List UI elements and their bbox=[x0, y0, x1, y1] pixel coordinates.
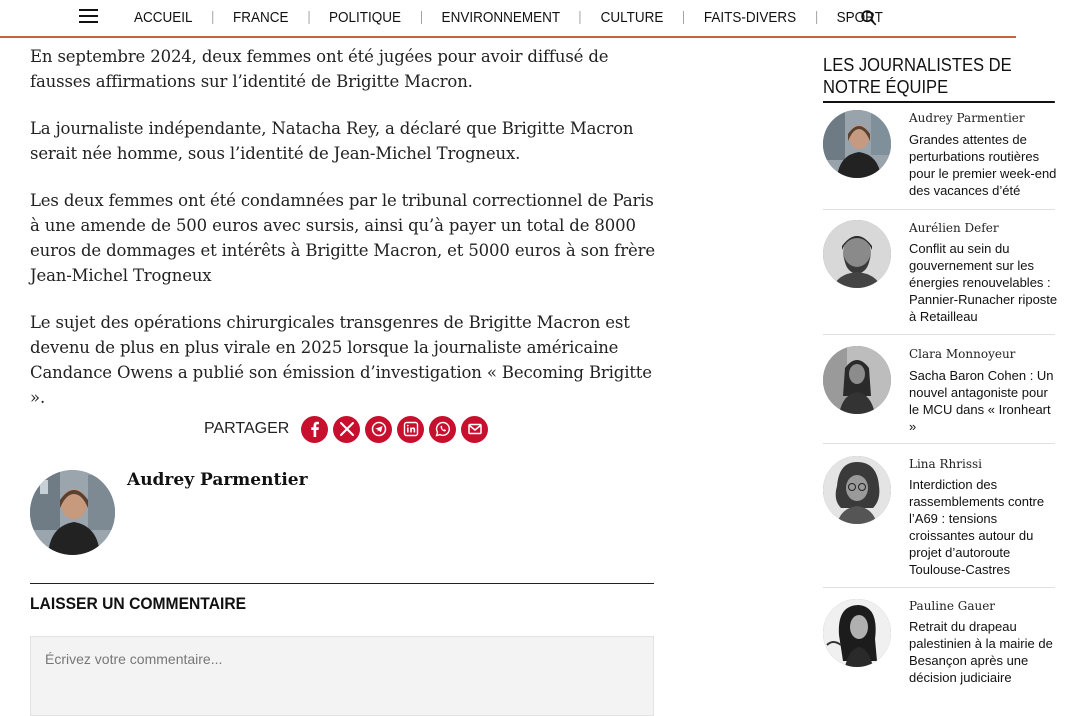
whatsapp-share-button[interactable] bbox=[429, 415, 457, 443]
journalist-name[interactable]: Audrey Parmentier bbox=[909, 111, 1025, 125]
search-icon[interactable] bbox=[860, 9, 877, 26]
sidebar-item: Pauline Gauer Retrait du drapeau palesti… bbox=[823, 587, 1055, 698]
comment-heading: LAISSER UN COMMENTAIRE bbox=[30, 594, 247, 613]
x-share-button[interactable] bbox=[333, 415, 361, 443]
x-icon bbox=[339, 422, 354, 436]
telegram-share-button[interactable] bbox=[365, 415, 393, 443]
article-paragraph: Le sujet des opérations chirurgicales tr… bbox=[30, 313, 652, 407]
journalist-article-link[interactable]: Interdiction des rassemblements contre l… bbox=[909, 476, 1059, 578]
email-icon bbox=[468, 423, 482, 435]
nav-separator bbox=[683, 10, 685, 24]
share-bar: PARTAGER bbox=[204, 414, 493, 444]
article-body: En septembre 2024, deux femmes ont été j… bbox=[30, 44, 660, 432]
journalist-name[interactable]: Pauline Gauer bbox=[909, 599, 995, 613]
linkedin-share-button[interactable] bbox=[397, 415, 425, 443]
journalist-article-link[interactable]: Sacha Baron Cohen : Un nouvel antagonist… bbox=[909, 367, 1059, 435]
sidebar-journalists: LES JOURNALISTES DE NOTRE ÉQUIPE bbox=[823, 54, 1055, 103]
journalist-article-link[interactable]: Conflit au sein du gouvernement sur les … bbox=[909, 240, 1059, 325]
nav-menu: ACCUEIL FRANCE POLITIQUE ENVIRONNEMENT C… bbox=[134, 0, 883, 34]
share-label: PARTAGER bbox=[204, 420, 290, 437]
journalist-name[interactable]: Clara Monnoyeur bbox=[909, 347, 1015, 361]
sidebar-item: Clara Monnoyeur Sacha Baron Cohen : Un n… bbox=[823, 334, 1055, 443]
email-share-button[interactable] bbox=[461, 415, 489, 443]
journalist-avatar[interactable] bbox=[823, 456, 891, 524]
journalist-avatar[interactable] bbox=[823, 346, 891, 414]
sidebar-item: Aurélien Defer Conflit au sein du gouver… bbox=[823, 209, 1057, 334]
author-name[interactable]: Audrey Parmentier bbox=[127, 470, 308, 490]
nav-item-france[interactable]: FRANCE bbox=[233, 9, 289, 26]
hamburger-menu-icon[interactable] bbox=[79, 9, 98, 23]
comment-divider bbox=[30, 583, 654, 584]
nav-item-faits-divers[interactable]: FAITS-DIVERS bbox=[704, 9, 796, 26]
article-paragraph: La journaliste indépendante, Natacha Rey… bbox=[30, 119, 634, 163]
nav-item-accueil[interactable]: ACCUEIL bbox=[134, 9, 193, 26]
facebook-share-button[interactable] bbox=[301, 415, 329, 443]
journalist-article-link[interactable]: Retrait du drapeau palestinien à la mair… bbox=[909, 618, 1059, 686]
nav-separator bbox=[579, 10, 581, 24]
top-navigation: ACCUEIL FRANCE POLITIQUE ENVIRONNEMENT C… bbox=[0, 0, 1016, 38]
nav-separator bbox=[420, 10, 422, 24]
linkedin-icon bbox=[403, 421, 419, 437]
author-avatar[interactable] bbox=[30, 470, 115, 555]
sidebar-item: Audrey Parmentier Grandes attentes de pe… bbox=[823, 104, 1056, 208]
journalist-name[interactable]: Lina Rhrissi bbox=[909, 457, 982, 471]
facebook-icon bbox=[311, 421, 319, 437]
journalist-avatar[interactable] bbox=[823, 110, 891, 178]
journalist-avatar[interactable] bbox=[823, 220, 891, 288]
comment-input[interactable] bbox=[30, 636, 654, 716]
nav-separator bbox=[212, 10, 214, 24]
sidebar-title: LES JOURNALISTES DE NOTRE ÉQUIPE bbox=[823, 54, 1055, 103]
article-paragraph: En septembre 2024, deux femmes ont été j… bbox=[30, 47, 609, 91]
journalist-article-link[interactable]: Grandes attentes de perturbations routiè… bbox=[909, 131, 1059, 199]
nav-item-environnement[interactable]: ENVIRONNEMENT bbox=[442, 9, 561, 26]
journalist-name[interactable]: Aurélien Defer bbox=[909, 221, 999, 235]
nav-separator bbox=[815, 10, 817, 24]
whatsapp-icon bbox=[435, 421, 450, 437]
nav-separator bbox=[308, 10, 310, 24]
telegram-icon bbox=[371, 421, 387, 437]
sidebar-item: Lina Rhrissi Interdiction des rassemblem… bbox=[823, 443, 1055, 586]
article-paragraph: Les deux femmes ont été condamnées par l… bbox=[30, 191, 655, 285]
nav-item-culture[interactable]: CULTURE bbox=[601, 9, 664, 26]
journalist-avatar[interactable] bbox=[823, 599, 891, 667]
nav-item-politique[interactable]: POLITIQUE bbox=[329, 9, 401, 26]
